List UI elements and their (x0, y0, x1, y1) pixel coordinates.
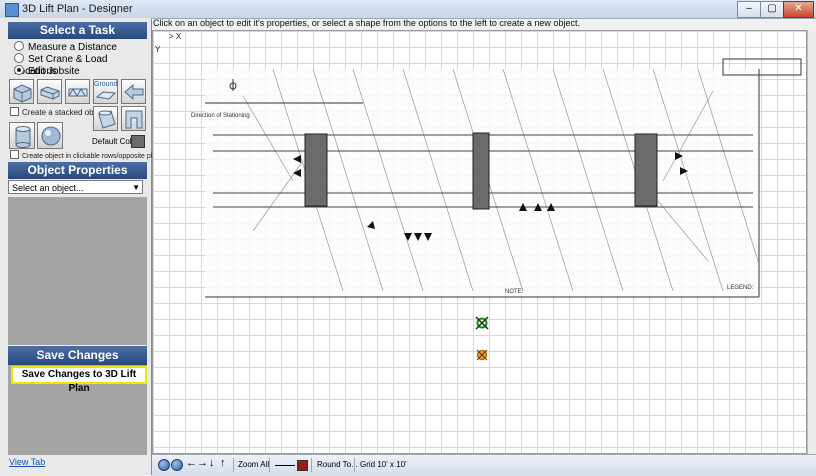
separator (233, 458, 234, 472)
sphere-icon (41, 126, 61, 146)
select-task-header: Select a Task (8, 22, 147, 39)
frame-shape-button[interactable] (121, 106, 146, 131)
direction-of-stationing-label: Direction of Stationing (191, 113, 250, 119)
frame-icon (125, 110, 143, 129)
app-icon (5, 3, 19, 17)
status-bar: ← → ↓ ↑ Zoom All Round To... Grid 10' x … (152, 454, 816, 476)
minimize-button[interactable]: – (737, 1, 761, 18)
separator (311, 458, 312, 472)
site-plan-drawing: Direction of Stationing NOTE: LEGEND: (191, 58, 802, 361)
title-bar: 3D Lift Plan - Designer – ▢ ✕ (0, 0, 816, 19)
pan-right-icon[interactable]: → (197, 457, 208, 469)
pan-down-icon[interactable]: ↓ (209, 457, 215, 469)
left-abutment[interactable] (304, 133, 328, 207)
default-color-swatch[interactable] (131, 135, 145, 148)
truss-icon (68, 87, 88, 98)
pipe-shape-button[interactable] (93, 106, 118, 131)
close-button[interactable]: ✕ (783, 1, 814, 18)
save-changes-header: Save Changes (8, 346, 147, 365)
separator (269, 458, 270, 472)
right-abutment[interactable] (634, 133, 658, 207)
load-location-marker[interactable] (476, 349, 488, 361)
cylinder-shape-button[interactable] (9, 122, 35, 149)
legend-label: LEGEND: (727, 285, 754, 291)
object-properties-header: Object Properties (8, 162, 147, 179)
wall-shape-button[interactable] (37, 79, 62, 104)
grid-size-label: Grid 10' x 10' (360, 460, 407, 469)
truss-shape-button[interactable] (65, 79, 90, 104)
radio-dot (14, 53, 24, 63)
crane-location-marker[interactable] (475, 316, 489, 330)
design-canvas[interactable]: > X Y Direction of Stationing NOTE: LEGE… (152, 30, 807, 454)
zoom-in-icon[interactable] (171, 459, 183, 471)
line-style-icon[interactable] (275, 465, 295, 466)
ground-icon (95, 91, 117, 100)
radio-edit-jobsite[interactable]: Edit Jobsite (14, 65, 80, 77)
view-tab-link[interactable]: View Tab (9, 457, 45, 467)
center-pier[interactable] (472, 132, 490, 210)
radio-measure-distance[interactable]: Measure a Distance (14, 41, 117, 53)
clone-object-checkbox[interactable]: Create object in clickable rows/opposite… (10, 150, 164, 162)
maximize-button[interactable]: ▢ (760, 1, 784, 18)
save-changes-button[interactable]: Save Changes to 3D Lift Plan (11, 366, 147, 394)
notes-label: NOTE: (505, 289, 524, 295)
radio-dot (14, 41, 24, 51)
zoom-out-icon[interactable] (158, 459, 170, 471)
separator (354, 458, 355, 472)
radio-set-crane-load[interactable]: Set Crane & Load Locations (14, 53, 151, 77)
sidebar: Select a Task Measure a Distance Set Cra… (0, 18, 164, 475)
properties-panel (8, 197, 147, 345)
pan-up-icon[interactable]: ↑ (220, 457, 226, 469)
vertical-scrollbar[interactable] (807, 30, 816, 454)
checkbox-box (10, 107, 19, 116)
chevron-down-icon: ▼ (132, 183, 140, 192)
pipe-icon (98, 110, 116, 129)
color-swatch[interactable] (297, 460, 308, 471)
arrow-icon (124, 83, 144, 101)
round-to-button[interactable]: Round To... (317, 460, 358, 469)
ground-shape-button[interactable]: Ground (93, 79, 118, 104)
wall-icon (40, 86, 60, 100)
box-shape-button[interactable] (9, 79, 34, 104)
object-select-dropdown[interactable]: Select an object... ▼ (8, 180, 143, 194)
radio-dot-selected (14, 65, 24, 75)
checkbox-box (10, 150, 19, 159)
arrow-shape-button[interactable] (121, 79, 146, 104)
window-title: 3D Lift Plan - Designer (22, 3, 133, 15)
cylinder-icon (15, 126, 31, 148)
zoom-all-button[interactable]: Zoom All (238, 460, 269, 469)
box-icon (13, 84, 32, 103)
stacked-object-checkbox[interactable]: Create a stacked object (10, 107, 106, 118)
instructions-text: Click on an object to edit it's properti… (153, 18, 580, 28)
sphere-shape-button[interactable] (37, 122, 63, 149)
pan-left-icon[interactable]: ← (186, 457, 197, 469)
